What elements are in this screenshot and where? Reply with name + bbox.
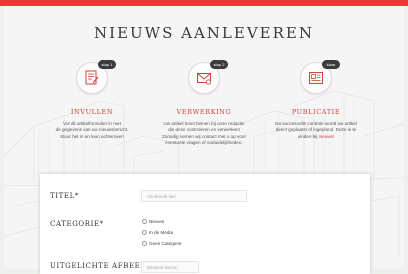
step-badge: stap 2 <box>210 60 228 69</box>
step-icon-circle: stap 2 <box>188 60 228 94</box>
form-icon <box>85 70 99 85</box>
step-title: INVULLEN <box>70 108 114 116</box>
step-description: Na succesvolle controle wordt uw artikel… <box>275 121 357 139</box>
step-icon-circle: stap 1 <box>76 60 116 94</box>
page-title: NIEUWS AANLEVEREN <box>94 24 314 42</box>
category-option-nieuws[interactable]: Nieuws <box>142 219 164 225</box>
step-publicatie: klaar PUBLICATIE Na succesvolle controle… <box>266 60 366 140</box>
category-label: CATEGORIE* <box>50 220 104 228</box>
mail-icon <box>197 73 212 85</box>
nieuws-link[interactable]: nieuws! <box>319 134 335 139</box>
file-choose-button[interactable]: Bestand kiezen <box>141 261 199 273</box>
step-invullen: stap 1 INVULLEN Vul dit artikelformulier… <box>42 60 142 140</box>
step-title: VERWERKING <box>176 108 232 116</box>
step-icon-circle: klaar <box>300 60 340 94</box>
step-badge: stap 1 <box>98 60 116 69</box>
newspaper-icon <box>309 72 323 84</box>
step-description: Vul dit artikelformulier in met de gegev… <box>55 121 129 139</box>
category-option-geen-categorie[interactable]: Geen Categorie <box>142 241 181 247</box>
category-option-in-de-media[interactable]: In de Media <box>142 230 173 236</box>
title-label: TITEL* <box>50 192 79 200</box>
step-verwerking: stap 2 VERWERKING Uw artikel komt binnen… <box>154 60 254 146</box>
step-badge: klaar <box>322 60 340 69</box>
title-input[interactable]: Voorbeeld titel <box>141 190 247 202</box>
step-description: Uw artikel komt binnen bij onze redactie… <box>161 121 246 145</box>
step-title: PUBLICATIE <box>291 108 341 116</box>
news-form-card: TITEL* Voorbeeld titel CATEGORIE* Nieuws… <box>40 174 370 274</box>
